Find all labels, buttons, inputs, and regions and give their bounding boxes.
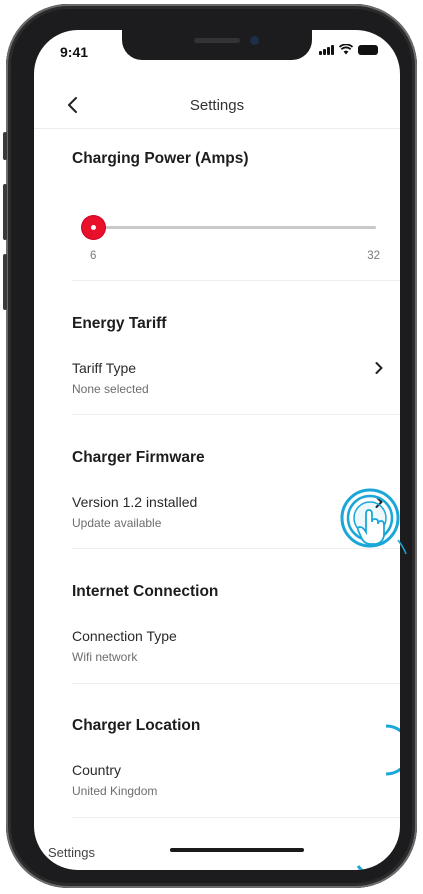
speaker: [194, 38, 240, 43]
connection-type-value: Wifi network: [72, 650, 138, 664]
battery-icon: [358, 45, 378, 55]
charging-power-slider-track[interactable]: [94, 226, 376, 229]
section-divider: [72, 683, 400, 684]
connection-type-row[interactable]: Connection Type Wifi network: [34, 620, 400, 672]
section-title-energy-tariff: Energy Tariff: [72, 315, 167, 332]
header-divider: [34, 128, 400, 129]
phone-side-button: [3, 254, 7, 310]
tap-ring-decoration: [356, 865, 400, 870]
phone-side-button: [3, 184, 7, 240]
firmware-version-label: Version 1.2 installed: [72, 494, 198, 510]
home-indicator[interactable]: [170, 848, 304, 852]
tariff-type-value: None selected: [72, 382, 149, 396]
chevron-right-icon: [375, 362, 383, 374]
phone-notch: [122, 30, 312, 60]
phone-side-button: [3, 132, 7, 160]
country-label: Country: [72, 762, 122, 778]
slider-max-label: 32: [367, 250, 380, 262]
connection-type-label: Connection Type: [72, 628, 177, 644]
slider-min-label: 6: [90, 250, 97, 262]
front-camera: [250, 36, 259, 45]
signal-icon: [319, 45, 334, 55]
tap-gesture-icon: [340, 488, 407, 554]
page-title: Settings: [189, 97, 245, 114]
section-title-charger-firmware: Charger Firmware: [72, 449, 205, 466]
section-title-charging-power: Charging Power (Amps): [72, 150, 249, 167]
section-divider: [72, 817, 400, 818]
section-divider: [72, 280, 400, 281]
section-title-charger-location: Charger Location: [72, 717, 201, 734]
wifi-icon: [339, 44, 353, 55]
country-row[interactable]: Country United Kingdom: [34, 754, 400, 806]
tariff-type-row[interactable]: Tariff Type None selected: [34, 352, 400, 404]
settings-header: Settings: [34, 88, 400, 122]
tariff-type-label: Tariff Type: [72, 360, 137, 376]
section-divider: [72, 414, 400, 415]
country-value: United Kingdom: [72, 784, 158, 798]
section-title-internet-connection: Internet Connection: [72, 583, 219, 600]
bottom-settings-label: Settings: [48, 845, 95, 860]
app-screen: 9:41 Settings Charging Power (Amps) 6 32…: [34, 30, 400, 870]
status-time: 9:41: [60, 44, 89, 60]
status-icons: [319, 44, 378, 55]
tap-ring-decoration: [385, 724, 400, 776]
firmware-update-status: Update available: [72, 516, 162, 530]
charging-power-slider-thumb[interactable]: [82, 216, 105, 239]
